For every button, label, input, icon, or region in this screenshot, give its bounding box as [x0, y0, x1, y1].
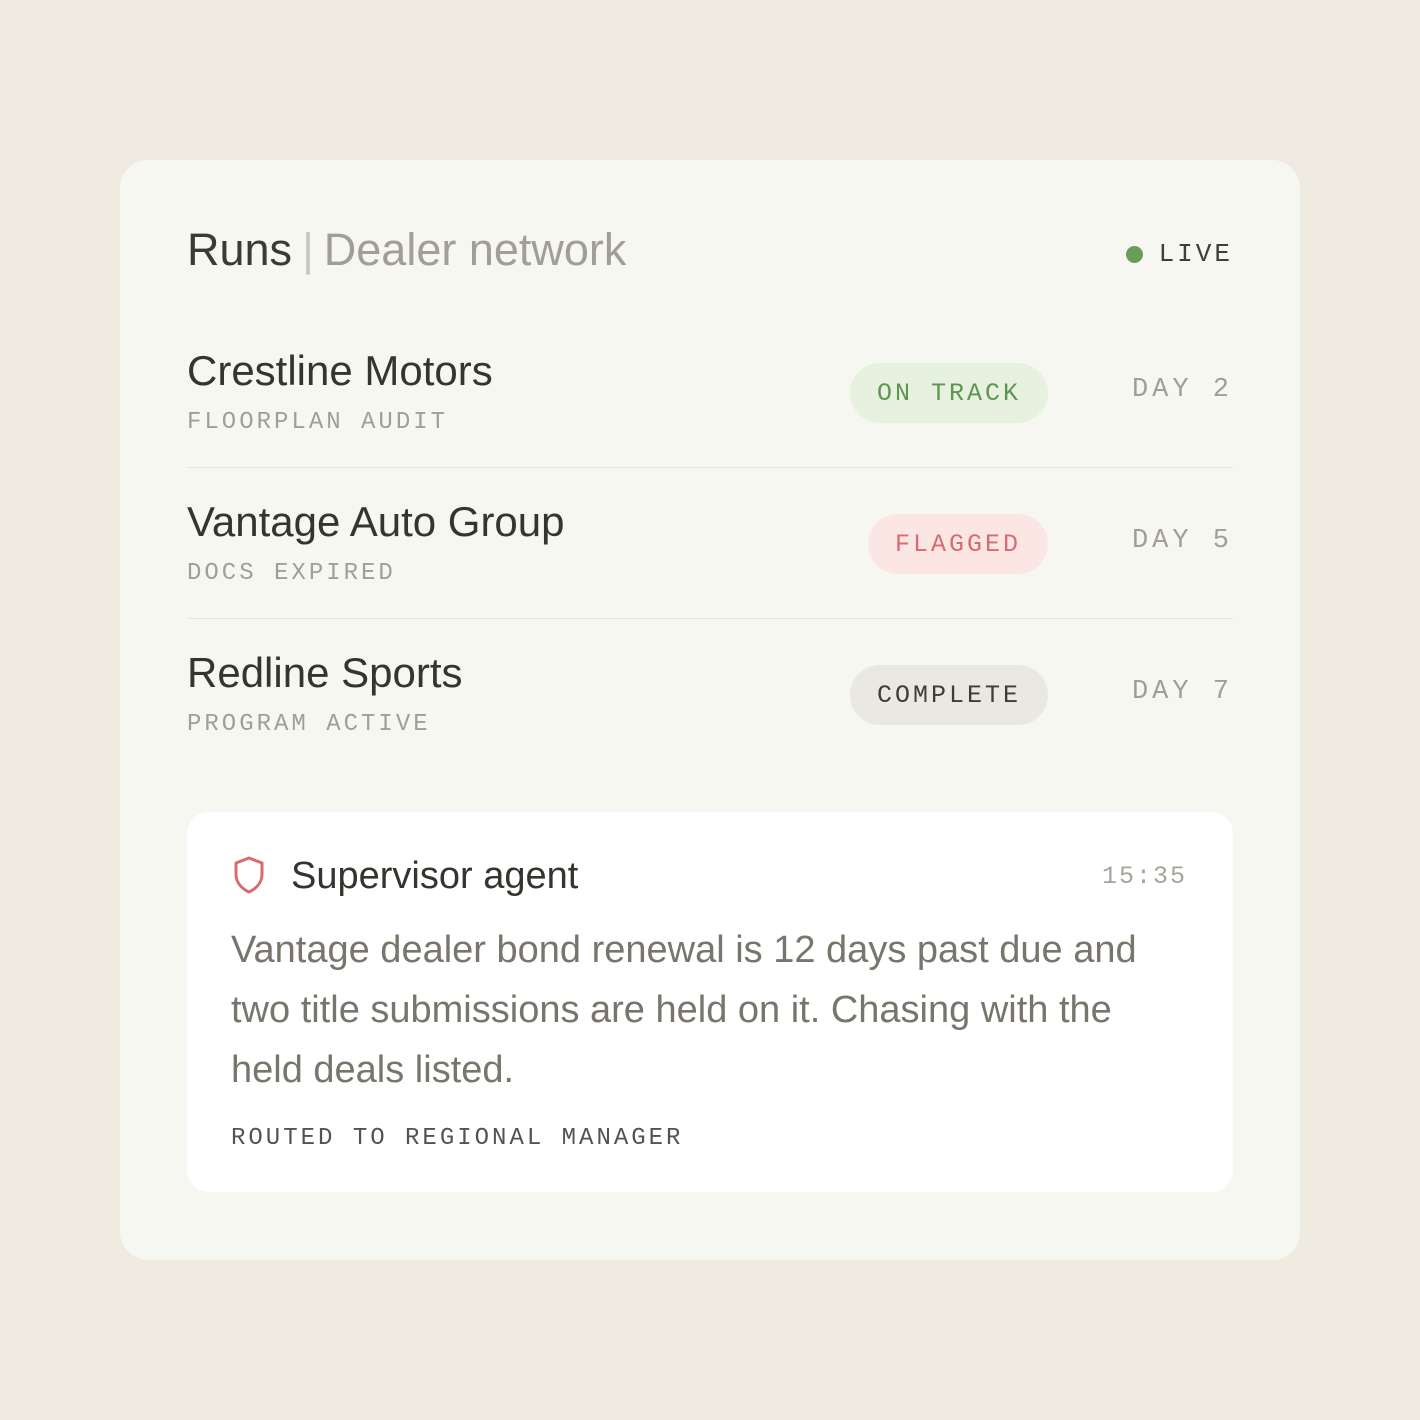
title-separator: |: [302, 224, 314, 275]
agent-header: Supervisor agent 15:35: [233, 852, 1187, 902]
agent-message: Vantage dealer bond renewal is 12 days p…: [231, 929, 1137, 1091]
run-description: DOCS EXPIRED: [187, 560, 396, 587]
agent-routing: ROUTED TO REGIONAL MANAGER: [231, 1125, 684, 1152]
run-day: DAY 7: [1131, 677, 1233, 707]
status-badge: FLAGGED: [867, 514, 1048, 574]
page-title: Runs | Dealer network: [187, 222, 626, 278]
run-description: FLOORPLAN AUDIT: [187, 409, 449, 436]
runs-panel: Runs | Dealer network LIVE Crestline Motor…: [120, 160, 1300, 1260]
runs-list: Crestline Motors FLOORPLAN AUDIT ON TRAC…: [187, 317, 1233, 769]
live-label: LIVE: [1158, 239, 1233, 269]
agent-timestamp: 15:35: [1101, 862, 1187, 891]
run-name: Vantage Auto Group: [187, 498, 565, 545]
live-indicator: LIVE: [1125, 239, 1233, 269]
run-day: DAY 2: [1131, 375, 1233, 405]
live-dot-icon: [1125, 245, 1143, 263]
run-day: DAY 5: [1131, 526, 1233, 556]
agent-name: Supervisor agent: [291, 855, 579, 897]
status-badge: ON TRACK: [849, 363, 1048, 423]
run-name: Crestline Motors: [187, 347, 493, 394]
run-row-vantage[interactable]: Vantage Auto Group DOCS EXPIRED FLAGGED …: [187, 468, 1233, 619]
run-name: Redline Sports: [187, 649, 463, 696]
supervisor-agent-card: Supervisor agent 15:35 Vantage dealer bo…: [187, 812, 1233, 1192]
panel-header: Runs | Dealer network LIVE: [187, 222, 1233, 282]
title-runs: Runs: [187, 224, 293, 275]
shield-icon: [234, 856, 264, 894]
run-row-crestline[interactable]: Crestline Motors FLOORPLAN AUDIT ON TRAC…: [187, 317, 1233, 468]
title-subtitle: Dealer network: [323, 224, 627, 275]
status-badge: COMPLETE: [849, 665, 1048, 725]
run-row-redline[interactable]: Redline Sports PROGRAM ACTIVE COMPLETE D…: [187, 619, 1233, 769]
run-description: PROGRAM ACTIVE: [187, 711, 431, 738]
